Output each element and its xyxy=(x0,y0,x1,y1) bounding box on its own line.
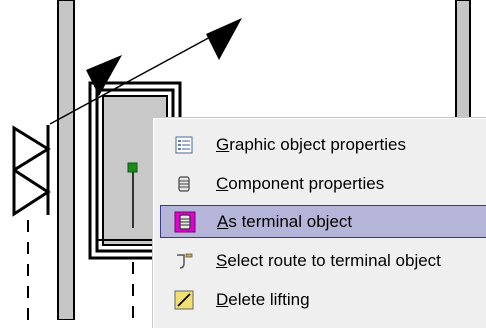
menu-item-label: Delete lifting xyxy=(216,289,310,309)
terminal-object-icon xyxy=(174,211,196,233)
route-hook-icon xyxy=(173,250,195,272)
component-stack-icon xyxy=(173,173,195,195)
delete-lifting-icon xyxy=(173,289,195,311)
menu-item-label: As terminal object xyxy=(217,211,353,231)
menu-item-graphic-object-properties[interactable]: Graphic object properties xyxy=(160,128,486,161)
properties-list-icon xyxy=(173,134,195,156)
menu-item-delete-lifting[interactable]: Delete lifting xyxy=(160,283,486,316)
menu-item-label: Select route to terminal object xyxy=(216,250,441,270)
menu-item-label: Component properties xyxy=(216,173,385,193)
menu-item-component-properties[interactable]: Component properties xyxy=(160,167,486,200)
left-rail xyxy=(57,0,75,320)
menu-item-label: Graphic object properties xyxy=(216,134,406,154)
menu-item-select-route-to-terminal-object[interactable]: Select route to terminal object xyxy=(160,244,486,277)
right-rail xyxy=(455,0,471,121)
valve-symbol[interactable] xyxy=(12,125,51,217)
menu-item-as-terminal-object[interactable]: As terminal object xyxy=(160,205,486,238)
arrowhead-upper xyxy=(206,18,242,60)
context-menu: Graphic object properties Component prop… xyxy=(152,117,486,328)
